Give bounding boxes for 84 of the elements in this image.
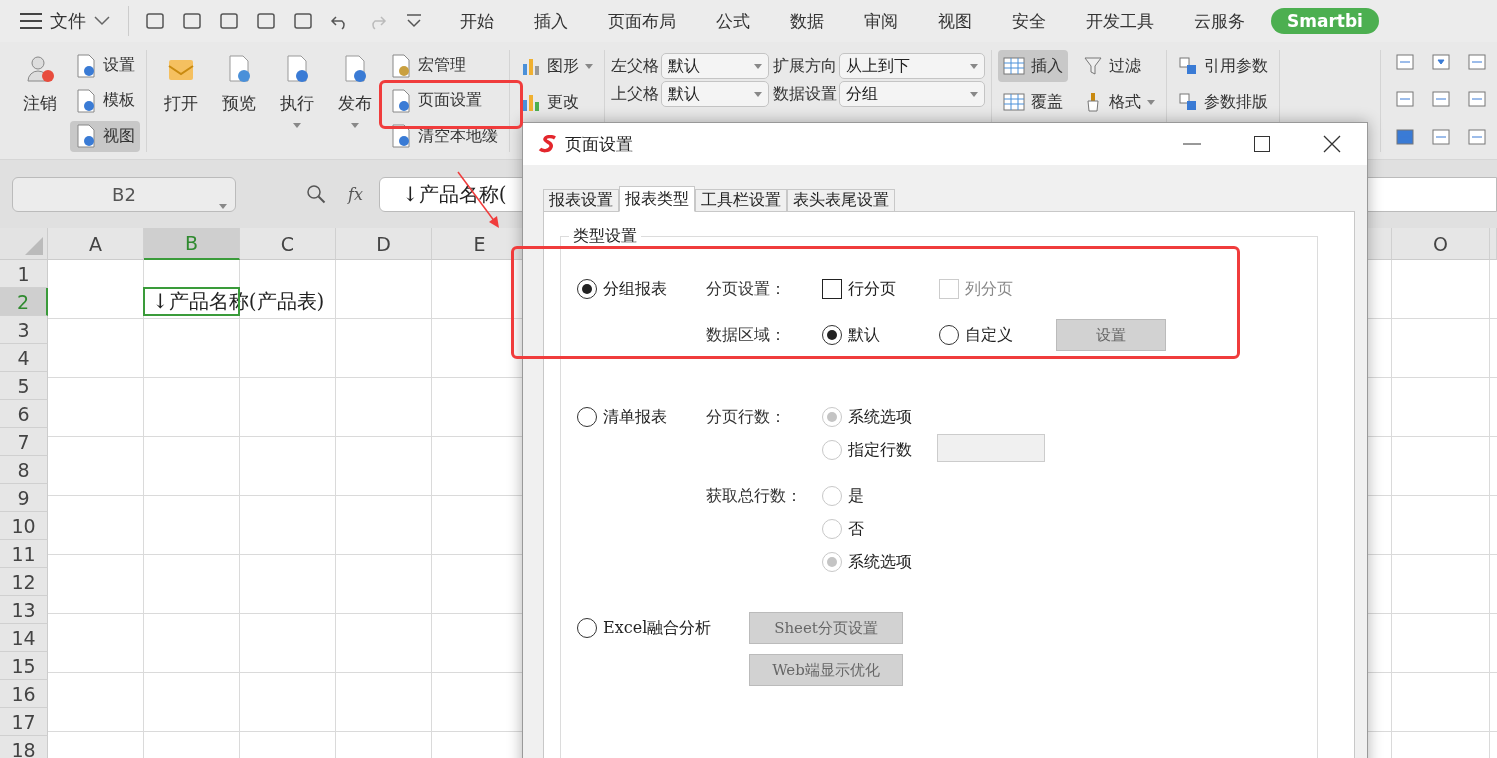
ribbon-tab[interactable]: 视图 xyxy=(924,6,986,36)
dropdown-field[interactable]: 默认 xyxy=(661,53,769,79)
field-label: 上父格 xyxy=(611,83,659,105)
ribbon-button[interactable]: 视图 xyxy=(70,120,140,152)
row-header[interactable]: 1 xyxy=(0,260,48,288)
ribbon-button[interactable]: 更改 xyxy=(516,86,598,118)
column-header[interactable]: O xyxy=(1392,228,1490,260)
dialog-tab[interactable]: 工具栏设置 xyxy=(695,189,787,212)
ribbon-button[interactable]: 设置 xyxy=(70,50,140,82)
ribbon-button[interactable]: 发布 xyxy=(327,50,383,152)
dialog-title: 页面设置 xyxy=(565,132,634,156)
option-label: 分页行数： xyxy=(706,405,787,428)
dialog-tab[interactable]: 表头表尾设置 xyxy=(787,189,895,212)
row-header[interactable]: 7 xyxy=(0,428,48,456)
ribbon-tab[interactable]: 页面布局 xyxy=(594,6,690,36)
radio-label: 默认 xyxy=(848,324,880,346)
row-header[interactable]: 12 xyxy=(0,568,48,596)
checkbox-label: 行分页 xyxy=(848,278,896,300)
ribbon-button[interactable]: 引用参数 xyxy=(1173,50,1273,82)
ribbon-button[interactable]: 过滤 xyxy=(1078,50,1160,82)
column-header[interactable]: A xyxy=(48,228,144,260)
row-header[interactable]: 4 xyxy=(0,344,48,372)
row-header[interactable]: 14 xyxy=(0,624,48,652)
row-header[interactable]: 16 xyxy=(0,680,48,708)
function-button[interactable]: fx xyxy=(348,184,363,204)
ribbon-button[interactable]: 参数排版 xyxy=(1173,86,1273,118)
radio-label: 系统选项 xyxy=(848,406,912,428)
ribbon-button[interactable]: 预览 xyxy=(211,50,267,152)
logout-button[interactable]: 注销 xyxy=(12,50,68,152)
radio-label: 系统选项 xyxy=(848,551,912,573)
ribbon-button[interactable]: 图形 xyxy=(516,50,598,82)
row-header[interactable]: 5 xyxy=(0,372,48,400)
column-header[interactable]: C xyxy=(240,228,336,260)
settings-button[interactable]: Web端显示优化 xyxy=(749,654,903,686)
ribbon-tab[interactable]: 插入 xyxy=(520,6,582,36)
file-menu[interactable]: 文件 xyxy=(20,9,110,33)
ribbon-button[interactable]: 宏管理 xyxy=(385,50,503,82)
row-header[interactable]: 17 xyxy=(0,708,48,736)
ribbon-button[interactable]: 覆盖 xyxy=(998,86,1068,118)
row-header[interactable]: 9 xyxy=(0,484,48,512)
dialog-tab[interactable]: 报表类型 xyxy=(619,186,695,212)
row-header[interactable]: 18 xyxy=(0,736,48,758)
ribbon-tab[interactable]: 云服务 xyxy=(1180,6,1259,36)
row-header[interactable]: 13 xyxy=(0,596,48,624)
field-label: 数据设置 xyxy=(773,83,837,105)
ribbon-button[interactable]: 页面设置 xyxy=(385,85,503,117)
ribbon-button[interactable]: 模板 xyxy=(70,85,140,117)
name-box[interactable]: B2 xyxy=(12,176,236,212)
ribbon-button[interactable]: 执行 xyxy=(269,50,325,152)
field-label: 扩展方向 xyxy=(773,55,837,77)
row-header[interactable]: 3 xyxy=(0,316,48,344)
radio-label: 分组报表 xyxy=(603,278,667,300)
row-header[interactable]: 10 xyxy=(0,512,48,540)
column-header[interactable]: D xyxy=(336,228,432,260)
dropdown-field[interactable]: 从上到下 xyxy=(839,53,985,79)
ribbon-tab[interactable]: 审阅 xyxy=(850,6,912,36)
checkbox-label: 列分页 xyxy=(965,278,1013,300)
radio-label: 否 xyxy=(848,518,864,540)
option-label: 分页设置： xyxy=(706,277,787,300)
ribbon-tab[interactable]: 开始 xyxy=(446,6,508,36)
dropdown-field[interactable]: 分组 xyxy=(839,81,985,107)
radio-label: Excel融合分析 xyxy=(603,617,712,639)
radio-label: 清单报表 xyxy=(603,406,667,428)
settings-button[interactable]: 设置 xyxy=(1056,319,1166,351)
ribbon-button[interactable]: 格式 xyxy=(1078,86,1160,118)
ribbon-tab[interactable]: 数据 xyxy=(776,6,838,36)
radio-label: 指定行数 xyxy=(848,439,912,461)
ribbon-tab[interactable]: 开发工具 xyxy=(1072,6,1168,36)
row-header[interactable]: 11 xyxy=(0,540,48,568)
ribbon-tab[interactable]: 安全 xyxy=(998,6,1060,36)
radio-label: 是 xyxy=(848,485,864,507)
radio-label: 自定义 xyxy=(965,324,1013,346)
option-label: 获取总行数： xyxy=(706,484,803,507)
row-header[interactable]: 15 xyxy=(0,652,48,680)
dropdown-field[interactable]: 默认 xyxy=(661,81,769,107)
ribbon-tab[interactable]: 公式 xyxy=(702,6,764,36)
settings-button[interactable]: Sheet分页设置 xyxy=(749,612,903,644)
dialog-tab[interactable]: 报表设置 xyxy=(543,189,619,212)
option-label: 数据区域： xyxy=(706,323,787,346)
ribbon-button[interactable]: 打开 xyxy=(153,50,209,152)
row-header[interactable]: 6 xyxy=(0,400,48,428)
ribbon-button[interactable]: 插入 xyxy=(998,50,1068,82)
row-header[interactable]: 8 xyxy=(0,456,48,484)
field-label: 左父格 xyxy=(611,55,659,77)
